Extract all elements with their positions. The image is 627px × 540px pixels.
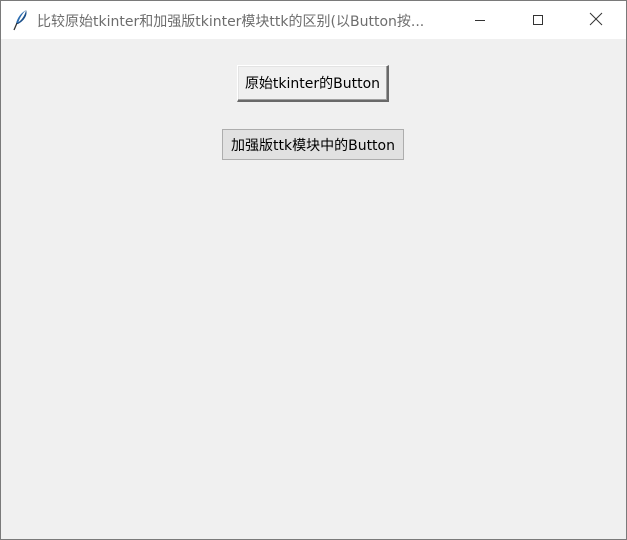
- close-icon: [589, 11, 603, 30]
- app-window: 比较原始tkinter和加强版tkinter模块ttk的区别(以Button按.…: [0, 0, 627, 540]
- feather-icon[interactable]: [12, 9, 30, 31]
- title-bar[interactable]: 比较原始tkinter和加强版tkinter模块ttk的区别(以Button按.…: [1, 1, 626, 39]
- close-button[interactable]: [573, 1, 619, 39]
- window-title: 比较原始tkinter和加强版tkinter模块ttk的区别(以Button按.…: [37, 14, 425, 30]
- classic-tkinter-button[interactable]: 原始tkinter的Button: [237, 65, 389, 102]
- ttk-button[interactable]: 加强版ttk模块中的Button: [222, 129, 404, 160]
- client-area: 原始tkinter的Button 加强版ttk模块中的Button: [1, 39, 626, 539]
- classic-tkinter-button-label: 原始tkinter的Button: [244, 76, 381, 92]
- minimize-icon: [474, 11, 486, 30]
- maximize-icon: [532, 11, 544, 30]
- ttk-button-label: 加强版ttk模块中的Button: [231, 137, 395, 154]
- minimize-button[interactable]: [457, 1, 503, 39]
- maximize-button[interactable]: [515, 1, 561, 39]
